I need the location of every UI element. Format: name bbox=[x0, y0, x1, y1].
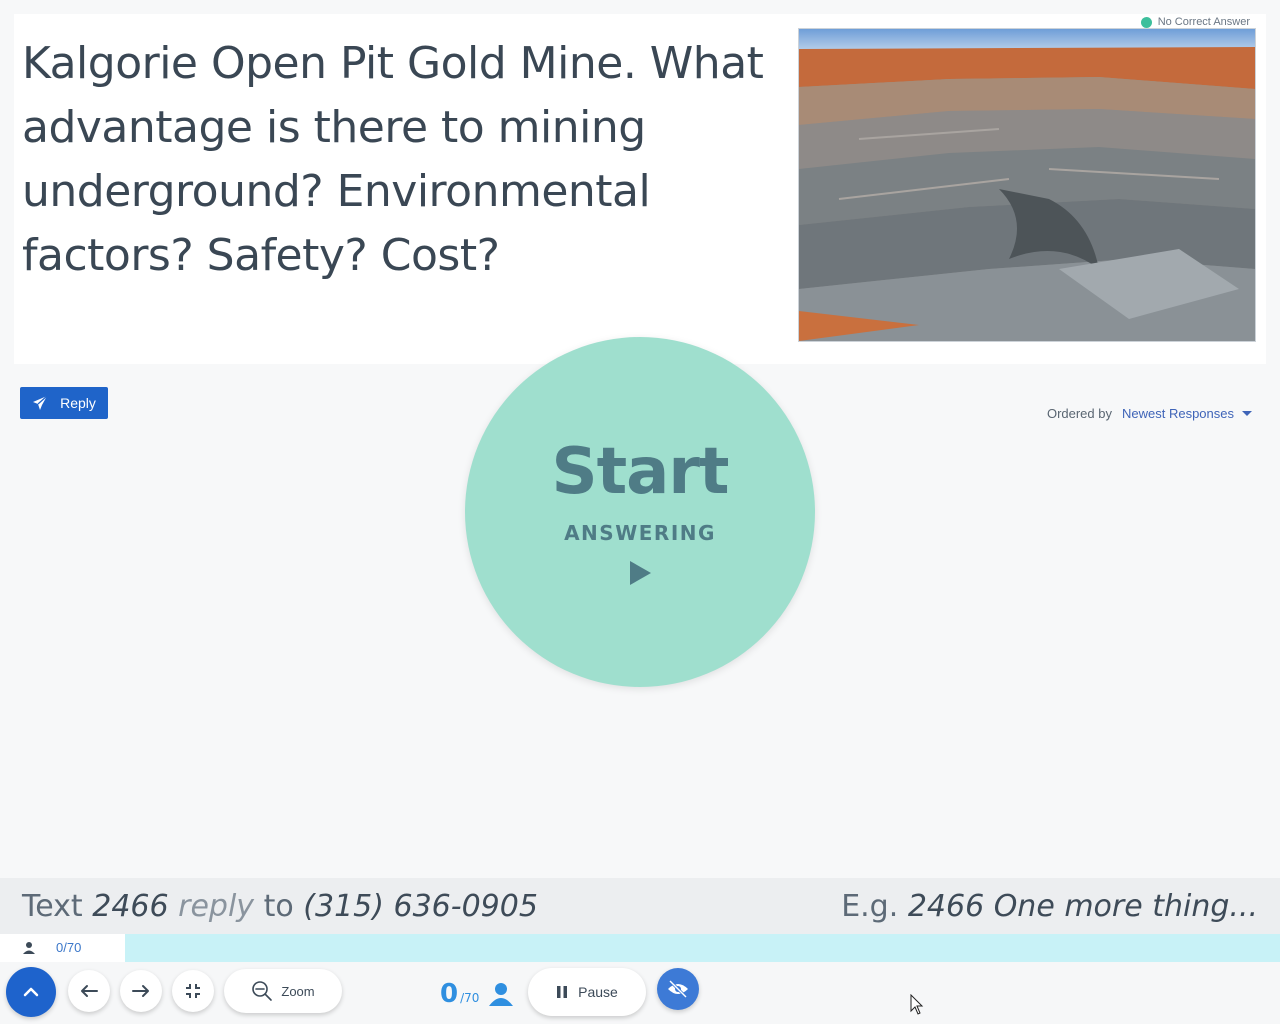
chevron-down-icon bbox=[1242, 411, 1252, 416]
instr-code: 2466 bbox=[92, 888, 169, 924]
start-subtitle: ANSWERING bbox=[564, 521, 716, 545]
paper-plane-icon bbox=[33, 395, 48, 410]
chevron-up-icon bbox=[23, 987, 39, 997]
question-image[interactable] bbox=[798, 28, 1256, 342]
instr-text: Text bbox=[22, 888, 83, 924]
mouse-cursor-icon bbox=[910, 994, 924, 1015]
person-icon[interactable] bbox=[488, 982, 514, 1006]
eye-off-icon bbox=[668, 979, 688, 999]
instr-eg: E.g. bbox=[841, 888, 899, 924]
text-instructions-bar: Text 2466 reply to (315) 636-0905 E.g. 2… bbox=[0, 878, 1280, 934]
response-counter: 0 /70 bbox=[440, 979, 479, 1009]
instr-example: 2466 One more thing... bbox=[907, 888, 1258, 924]
start-title: Start bbox=[551, 435, 729, 509]
collapse-toolbar-button[interactable] bbox=[6, 967, 56, 1017]
ordering-select[interactable]: Newest Responses bbox=[1122, 406, 1252, 421]
no-correct-answer-label: No Correct Answer bbox=[1157, 16, 1250, 28]
hide-responses-button[interactable] bbox=[657, 968, 699, 1010]
participation-count: 0/70 bbox=[22, 940, 81, 955]
participation-progress-bar bbox=[125, 934, 1280, 962]
reply-button-label: Reply bbox=[60, 395, 96, 411]
previous-button[interactable] bbox=[68, 970, 110, 1012]
ordered-by-label: Ordered by bbox=[1046, 406, 1112, 421]
text-instructions-left: Text 2466 reply to (315) 636-0905 bbox=[22, 889, 538, 924]
response-total: /70 bbox=[460, 991, 480, 1005]
ordering-control: Ordered by Newest Responses bbox=[1047, 406, 1252, 421]
participation-count-label: 0/70 bbox=[56, 940, 82, 955]
bottom-toolbar: Zoom 0 /70 Pause bbox=[0, 962, 1280, 1024]
pause-button[interactable]: Pause bbox=[528, 968, 646, 1016]
instr-to: to bbox=[263, 888, 294, 924]
start-answering-button[interactable]: Start ANSWERING bbox=[465, 337, 815, 687]
question-card: Kalgorie Open Pit Gold Mine. What advant… bbox=[14, 14, 1266, 364]
arrow-left-icon bbox=[81, 985, 98, 997]
pause-icon bbox=[557, 986, 568, 998]
ordering-selected-value: Newest Responses bbox=[1122, 406, 1234, 421]
text-instructions-right: E.g. 2466 One more thing... bbox=[841, 889, 1258, 924]
zoom-out-icon bbox=[252, 981, 273, 1001]
response-count: 0 bbox=[440, 979, 459, 1009]
pause-label: Pause bbox=[578, 984, 618, 1000]
check-circle-icon bbox=[1140, 16, 1152, 28]
zoom-button[interactable]: Zoom bbox=[224, 969, 342, 1013]
question-title: Kalgorie Open Pit Gold Mine. What advant… bbox=[22, 38, 764, 281]
arrow-right-icon bbox=[132, 985, 149, 997]
zoom-label: Zoom bbox=[281, 983, 315, 999]
instr-phone: (315) 636-0905 bbox=[303, 888, 538, 924]
next-button[interactable] bbox=[120, 970, 162, 1012]
person-icon bbox=[23, 941, 35, 954]
exit-fullscreen-icon bbox=[186, 984, 200, 998]
exit-fullscreen-button[interactable] bbox=[172, 970, 214, 1012]
participation-row: 0/70 bbox=[0, 934, 1280, 962]
reply-button[interactable]: Reply bbox=[20, 387, 108, 419]
instr-reply: reply bbox=[178, 888, 255, 924]
play-icon bbox=[630, 561, 651, 585]
